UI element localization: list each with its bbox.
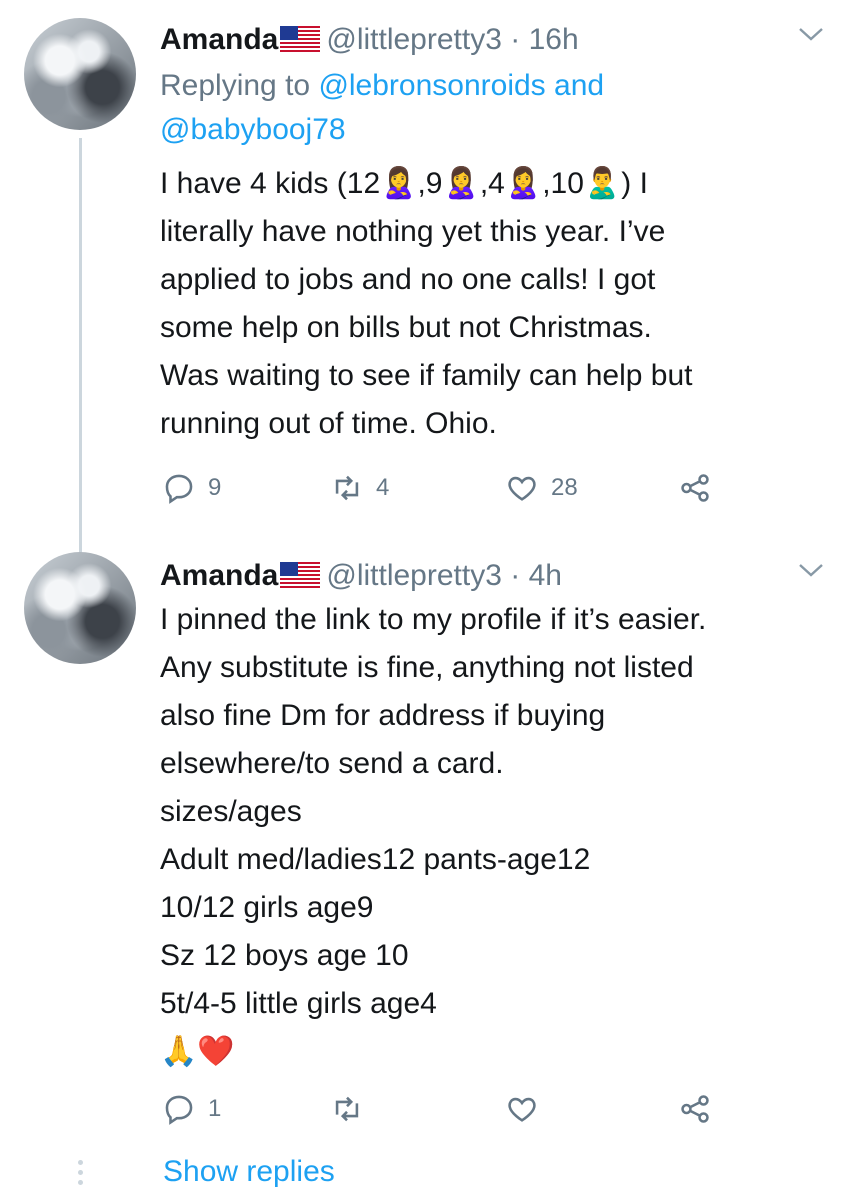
timestamp[interactable]: 4h [529,559,562,592]
flag-us-icon [280,562,321,588]
tweet-text-line: applied to jobs and no one calls! I got [160,263,656,296]
reply-button[interactable]: 9 [162,468,221,508]
user-handle[interactable]: @littlepretty3 [326,559,502,592]
retweet-button[interactable]: 4 [330,468,389,508]
share-button[interactable] [678,1089,712,1129]
replying-to: Replying to @lebronsonroids and @babyboo… [160,64,800,152]
reply-user-link[interactable]: @babybooj78 [160,113,346,146]
tweet-text-line: I pinned the link to my profile if it’s … [160,603,707,636]
tweet-text-line: Any substitute is fine, anything not lis… [160,651,694,684]
like-button[interactable] [505,1089,539,1129]
tweet-actions: 9 4 28 [160,468,840,508]
flag-us-icon [280,26,321,52]
tweet-text-line: running out of time. Ohio. [160,407,497,440]
reply-count: 9 [208,474,222,501]
reply-and-label: and [554,69,605,102]
retweet-icon [335,475,359,501]
tweet-text-line: Sz 12 boys age 10 [160,939,409,972]
avatar[interactable] [24,18,136,130]
reply-count: 1 [208,1095,222,1122]
tweet-text-line: Was waiting to see if family can help bu… [160,359,693,392]
avatar[interactable] [24,552,136,664]
show-replies-link[interactable]: Show replies [163,1155,335,1189]
retweet-icon [335,1096,359,1122]
tweet-text-line: 10/12 girls age9 [160,891,374,924]
chevron-down-icon[interactable] [798,562,824,578]
tweet-2[interactable]: Amanda @littlepretty3 · 4h I pinned the … [0,552,852,1152]
tweet-text: I pinned the link to my profile if it’s … [160,596,840,1076]
reply-icon [165,474,193,504]
chevron-down-icon[interactable] [798,26,824,42]
thread-line [79,138,82,578]
tweet-header: Amanda @littlepretty3 · 4h [160,556,562,596]
tweet-text-line: literally have nothing yet this year. I’… [160,215,666,248]
reply-button[interactable]: 1 [162,1089,221,1129]
separator-dot: · [510,23,521,56]
tweet-text-line: 🙏❤️ [160,1035,235,1068]
display-name[interactable]: Amanda [160,23,278,56]
reply-icon [165,1095,193,1125]
tweet-text-line: also fine Dm for address if buying [160,699,606,732]
replying-to-label: Replying to [160,69,311,102]
tweet-actions: 1 [160,1089,840,1129]
thread-more-dots [78,1160,84,1190]
like-icon [508,1097,536,1122]
user-handle[interactable]: @littlepretty3 [326,23,502,56]
tweet-text-line: Adult med/ladies12 pants-age12 [160,843,591,876]
reply-user-link[interactable]: @lebronsonroids [318,69,545,102]
tweet-1[interactable]: Amanda @littlepretty3 · 16h Replying to … [0,18,852,578]
tweet-text-line: I have 4 kids (12🙎‍♀️,9🙎‍♀️,4🙎‍♀️,10🙎‍♂️… [160,167,648,200]
separator-dot: · [510,559,521,592]
tweet-text-line: 5t/4-5 little girls age4 [160,987,437,1020]
retweet-count: 4 [376,474,390,501]
tweet-text-line: some help on bills but not Christmas. [160,311,652,344]
like-count: 28 [551,474,578,501]
share-icon [681,474,709,502]
tweet-text-line: sizes/ages [160,795,302,828]
display-name[interactable]: Amanda [160,559,278,592]
tweet-text: I have 4 kids (12🙎‍♀️,9🙎‍♀️,4🙎‍♀️,10🙎‍♂️… [160,160,840,448]
timestamp[interactable]: 16h [529,23,579,56]
tweet-header: Amanda @littlepretty3 · 16h [160,20,579,60]
share-icon [681,1095,709,1123]
share-button[interactable] [678,468,712,508]
like-button[interactable]: 28 [505,468,578,508]
like-icon [508,476,536,501]
tweet-text-line: elsewhere/to send a card. [160,747,504,780]
retweet-button[interactable] [330,1089,364,1129]
